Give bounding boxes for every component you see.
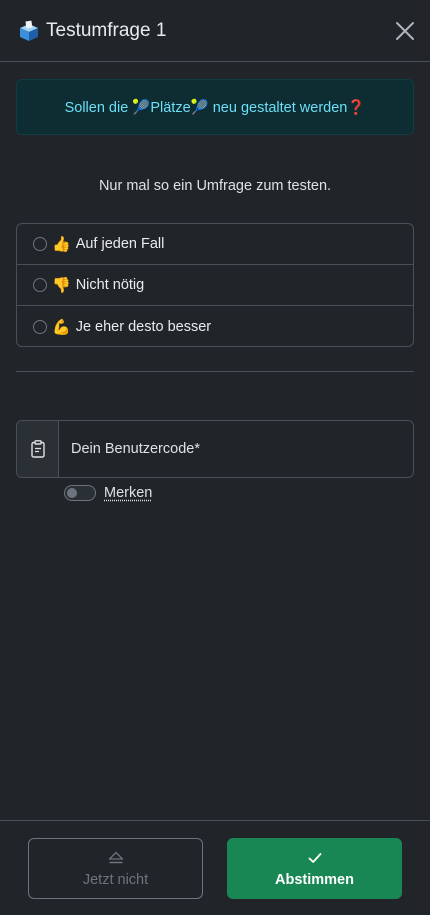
modal-title: Testumfrage 1 xyxy=(46,19,167,41)
question-alert: Sollen die 🎾Plätze🎾 neu gestaltet werden… xyxy=(16,79,414,135)
clipboard-icon xyxy=(30,440,45,458)
skip-label: Jetzt nicht xyxy=(82,871,149,888)
input-addon xyxy=(17,421,59,477)
question-text: Sollen die 🎾Plätze🎾 neu gestaltet werden… xyxy=(64,99,366,116)
option-2[interactable]: 👎 Nicht nötig xyxy=(17,265,413,306)
skip-button[interactable]: Jetzt nicht xyxy=(28,838,203,899)
option-label: Nicht nötig xyxy=(75,277,145,293)
thumbs-down-icon: 👎 xyxy=(52,276,71,294)
radio-button[interactable] xyxy=(33,278,47,292)
option-label: Auf jeden Fall xyxy=(75,236,165,252)
modal-footer: Jetzt nicht Abstimmen xyxy=(0,820,430,915)
radio-button[interactable] xyxy=(33,319,47,334)
check-icon xyxy=(308,852,321,863)
flexed-biceps-icon: 💪 xyxy=(52,317,71,336)
ballot-box-icon xyxy=(20,20,38,41)
remember-row: Merken xyxy=(64,485,152,501)
vote-label: Abstimmen xyxy=(275,871,354,888)
poll-description: Nur mal so ein Umfrage zum testen. xyxy=(98,178,332,194)
modal-header: Testumfrage 1 xyxy=(0,0,430,62)
option-list: 👍 Auf jeden Fall 👎 Nicht nötig 💪 Je eher… xyxy=(16,223,414,347)
option-label: Je eher desto besser xyxy=(75,318,212,335)
remember-label[interactable]: Merken xyxy=(104,485,152,501)
modal-title-group: Testumfrage 1 xyxy=(17,19,166,43)
eject-icon xyxy=(108,851,123,863)
option-3[interactable]: 💪 Je eher desto besser xyxy=(17,306,413,346)
radio-button[interactable] xyxy=(33,237,47,251)
toggle-knob xyxy=(67,488,77,498)
thumbs-up-icon: 👍 xyxy=(52,235,71,253)
divider xyxy=(16,371,414,372)
vote-button[interactable]: Abstimmen xyxy=(227,838,402,899)
user-code-group xyxy=(16,420,414,478)
user-code-input[interactable] xyxy=(59,421,413,477)
remember-toggle[interactable] xyxy=(64,485,96,501)
option-1[interactable]: 👍 Auf jeden Fall xyxy=(17,224,413,265)
close-icon[interactable] xyxy=(394,20,416,42)
